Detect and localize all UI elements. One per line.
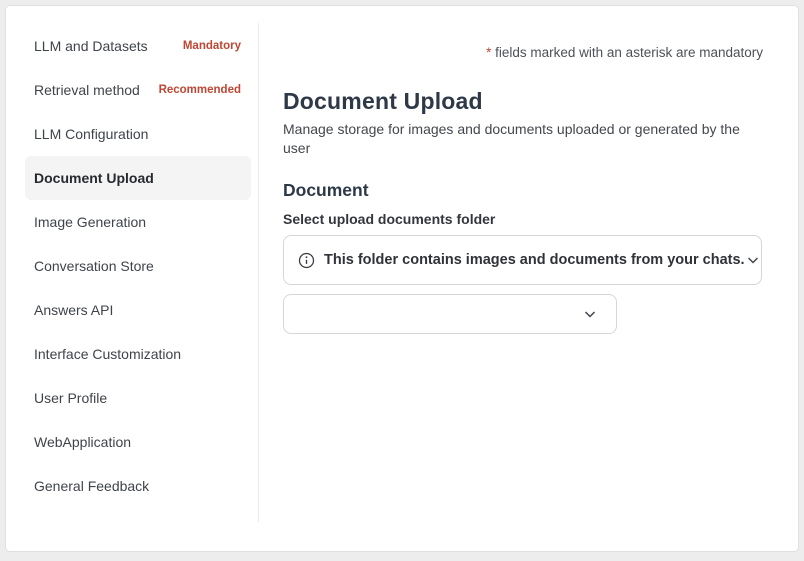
mandatory-badge: Mandatory	[182, 40, 241, 52]
document-upload-panel: * fields marked with an asterisk are man…	[259, 6, 798, 551]
folder-select-label: Select upload documents folder	[283, 211, 496, 227]
sidebar-item-webapplication[interactable]: WebApplication	[25, 420, 251, 464]
settings-sidebar: LLM and Datasets Mandatory Retrieval met…	[6, 6, 259, 551]
sidebar-item-document-upload[interactable]: Document Upload	[25, 156, 251, 200]
settings-card: LLM and Datasets Mandatory Retrieval met…	[5, 5, 799, 552]
sidebar-item-llm-and-datasets[interactable]: LLM and Datasets Mandatory	[25, 24, 251, 68]
upload-folder-select-value: This folder contains images and document…	[324, 252, 745, 268]
sidebar-item-conversation-store[interactable]: Conversation Store	[25, 244, 251, 288]
sidebar-item-interface-customization[interactable]: Interface Customization	[25, 332, 251, 376]
sidebar-item-label: Interface Customization	[34, 346, 182, 362]
sidebar-item-user-profile[interactable]: User Profile	[25, 376, 251, 420]
secondary-folder-select[interactable]	[283, 294, 617, 334]
sidebar-item-label: Document Upload	[34, 170, 154, 186]
sidebar-item-label: General Feedback	[34, 478, 150, 494]
sidebar-divider	[258, 23, 259, 522]
mandatory-fields-note: * fields marked with an asterisk are man…	[283, 44, 763, 62]
sidebar-item-llm-configuration[interactable]: LLM Configuration	[25, 112, 251, 156]
document-section-heading: Document	[283, 180, 369, 200]
sidebar-item-label: WebApplication	[34, 434, 132, 450]
sidebar-item-label: Answers API	[34, 302, 114, 318]
recommended-badge: Recommended	[158, 84, 241, 96]
page-subtitle: Manage storage for images and documents …	[283, 121, 740, 156]
info-icon	[298, 252, 315, 269]
sidebar-item-label: Retrieval method	[34, 82, 140, 98]
sidebar-item-label: Conversation Store	[34, 258, 154, 274]
sidebar-item-label: Image Generation	[34, 214, 147, 230]
sidebar-item-answers-api[interactable]: Answers API	[25, 288, 251, 332]
page-title: Document Upload	[283, 88, 483, 114]
sidebar-item-image-generation[interactable]: Image Generation	[25, 200, 251, 244]
mandatory-note-text: fields marked with an asterisk are manda…	[491, 45, 763, 60]
chevron-down-icon	[745, 252, 761, 268]
sidebar-item-general-feedback[interactable]: General Feedback	[25, 464, 251, 508]
sidebar-item-label: LLM Configuration	[34, 126, 149, 142]
upload-folder-select[interactable]: This folder contains images and document…	[283, 235, 762, 285]
chevron-down-icon	[582, 306, 598, 322]
sidebar-item-retrieval-method[interactable]: Retrieval method Recommended	[25, 68, 251, 112]
sidebar-item-label: User Profile	[34, 390, 108, 406]
sidebar-item-label: LLM and Datasets	[34, 38, 148, 54]
